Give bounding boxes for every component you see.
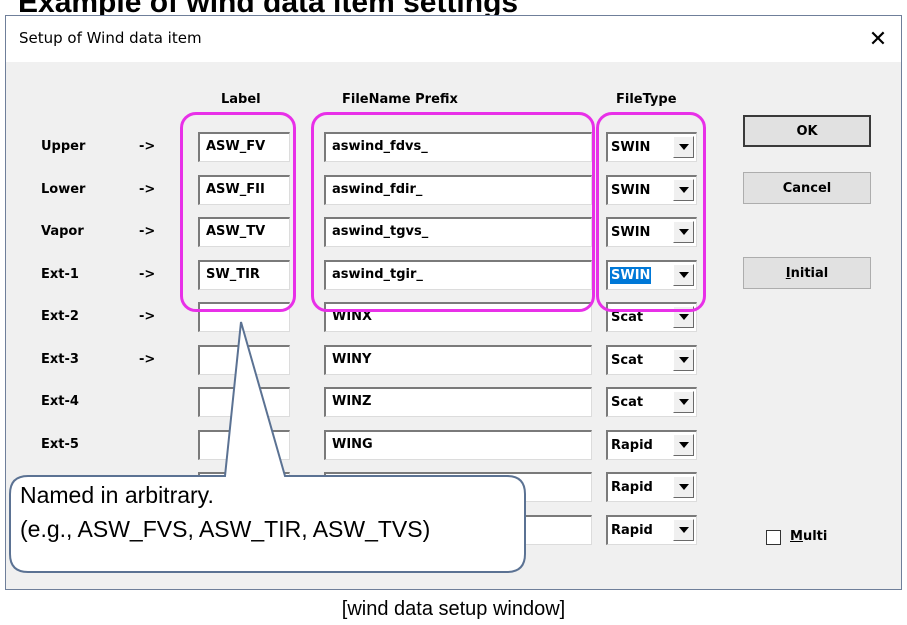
label-column-header: Label	[221, 92, 261, 107]
row-name: Ext-1	[41, 267, 79, 282]
chevron-down-icon	[678, 484, 689, 490]
figure-caption: [wind data setup window]	[341, 598, 566, 620]
filetype-value: Rapid	[611, 480, 653, 495]
dropdown-button[interactable]	[673, 306, 694, 328]
row-name: Upper	[41, 139, 86, 154]
initial-button[interactable]: Initial	[743, 257, 871, 289]
row-name: Lower	[41, 182, 86, 197]
label-input[interactable]	[198, 302, 290, 332]
row-name: Ext-2	[41, 309, 79, 324]
label-input[interactable]: SW_TIR	[198, 260, 290, 290]
row-arrow: ->	[139, 182, 156, 197]
dropdown-button[interactable]	[673, 179, 694, 201]
ok-button[interactable]: OK	[743, 115, 871, 147]
prefix-input[interactable]: WINX	[324, 302, 592, 332]
dropdown-button[interactable]	[673, 391, 694, 413]
chevron-down-icon	[678, 527, 689, 533]
multi-label-rest: ulti	[802, 529, 828, 544]
row-name: Ext-5	[41, 437, 79, 452]
filetype-select[interactable]: Rapid	[606, 430, 697, 460]
row-arrow: ->	[139, 309, 156, 324]
chevron-down-icon	[678, 442, 689, 448]
filetype-value: SWIN	[610, 267, 652, 284]
filetype-value: Scat	[611, 310, 644, 325]
multi-label[interactable]: Multi	[790, 529, 827, 544]
filetype-value: Scat	[611, 353, 644, 368]
filetype-value: SWIN	[611, 183, 651, 198]
filetype-value: Scat	[611, 395, 644, 410]
dropdown-button[interactable]	[673, 519, 694, 541]
dropdown-button[interactable]	[673, 221, 694, 243]
prefix-input[interactable]: WINZ	[324, 387, 592, 417]
filetype-select[interactable]: Rapid	[606, 472, 697, 502]
filetype-select[interactable]: SWIN	[606, 175, 697, 205]
filetype-value: Rapid	[611, 438, 653, 453]
label-input[interactable]: ASW_FV	[198, 132, 290, 162]
row-arrow: ->	[139, 224, 156, 239]
dropdown-button[interactable]	[673, 136, 694, 158]
filetype-value: SWIN	[611, 225, 651, 240]
filetype-value: SWIN	[611, 140, 651, 155]
cancel-button[interactable]: Cancel	[743, 172, 871, 204]
dialog-title: Setup of Wind data item	[19, 29, 202, 47]
chevron-down-icon	[678, 314, 689, 320]
row-name: Vapor	[41, 224, 84, 239]
label-input[interactable]	[198, 345, 290, 375]
filetype-select[interactable]: SWIN	[606, 260, 697, 290]
filetype-select[interactable]: Scat	[606, 345, 697, 375]
prefix-input[interactable]: aswind_fdir_	[324, 175, 592, 205]
callout-line-2: (e.g., ASW_FVS, ASW_TIR, ASW_TVS)	[20, 516, 431, 542]
callout-line-1: Named in arbitrary.	[20, 482, 214, 508]
row-arrow: ->	[139, 352, 156, 367]
prefix-input[interactable]: aswind_fdvs_	[324, 132, 592, 162]
row-arrow: ->	[139, 267, 156, 282]
chevron-down-icon	[678, 357, 689, 363]
multi-checkbox[interactable]	[766, 530, 781, 545]
label-input[interactable]: ASW_TV	[198, 217, 290, 247]
dropdown-button[interactable]	[673, 476, 694, 498]
filetype-select[interactable]: Scat	[606, 387, 697, 417]
prefix-column-header: FileName Prefix	[342, 92, 458, 107]
row-arrow: ->	[139, 139, 156, 154]
filetype-select[interactable]: Rapid	[606, 515, 697, 545]
prefix-input[interactable]: aswind_tgir_	[324, 260, 592, 290]
dialog-titlebar[interactable]: Setup of Wind data item ✕	[6, 16, 901, 62]
chevron-down-icon	[678, 144, 689, 150]
filetype-select[interactable]: SWIN	[606, 217, 697, 247]
dropdown-button[interactable]	[673, 349, 694, 371]
close-icon[interactable]: ✕	[855, 16, 901, 62]
filetype-column-header: FileType	[616, 92, 677, 107]
callout-text: Named in arbitrary. (e.g., ASW_FVS, ASW_…	[20, 478, 430, 546]
prefix-input[interactable]: WING	[324, 430, 592, 460]
filetype-select[interactable]: Scat	[606, 302, 697, 332]
label-input[interactable]: ASW_FII	[198, 175, 290, 205]
row-name: Ext-4	[41, 394, 79, 409]
label-input[interactable]	[198, 387, 290, 417]
filetype-value: Rapid	[611, 523, 653, 538]
dropdown-button[interactable]	[673, 434, 694, 456]
chevron-down-icon	[678, 229, 689, 235]
initial-button-label: nitial	[790, 265, 829, 281]
row-name: Ext-3	[41, 352, 79, 367]
dropdown-button[interactable]	[673, 264, 694, 286]
chevron-down-icon	[678, 272, 689, 278]
multi-label-mnemonic: M	[790, 529, 803, 544]
chevron-down-icon	[678, 399, 689, 405]
filetype-select[interactable]: SWIN	[606, 132, 697, 162]
prefix-input[interactable]: WINY	[324, 345, 592, 375]
prefix-input[interactable]: aswind_tgvs_	[324, 217, 592, 247]
label-input[interactable]	[198, 430, 290, 460]
chevron-down-icon	[678, 187, 689, 193]
